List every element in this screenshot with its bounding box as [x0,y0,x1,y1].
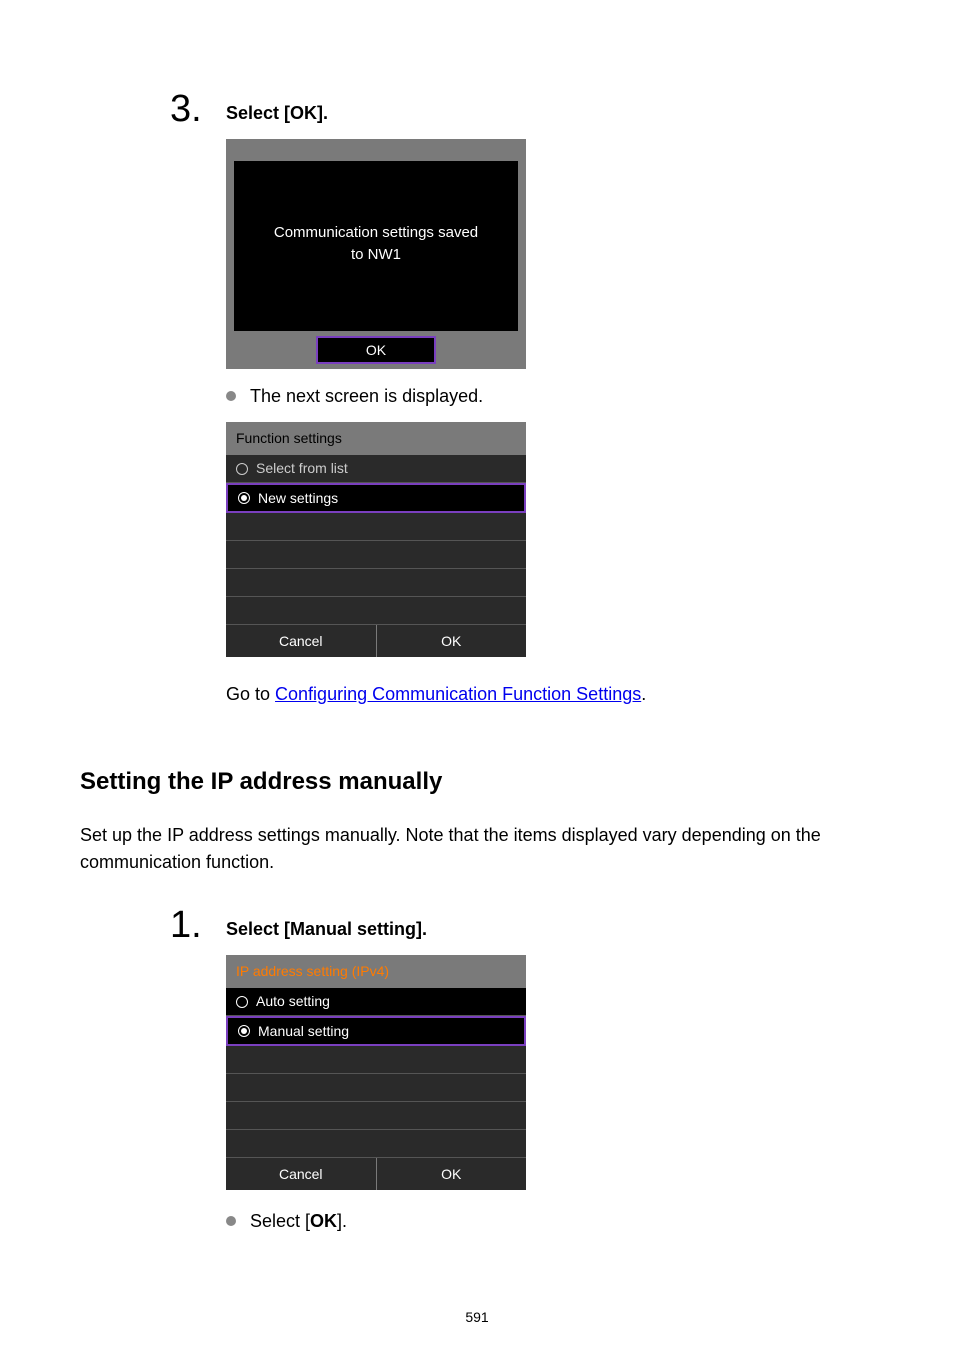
ok-button[interactable]: OK [316,336,436,364]
option-label: Manual setting [258,1021,349,1042]
goto-prefix: Go to [226,684,275,704]
option-label: Auto setting [256,991,330,1012]
option-new-settings[interactable]: New settings [226,483,526,513]
step-3: 3. Select [OK]. Communication settings s… [80,90,874,708]
ok-button[interactable]: OK [377,1158,527,1190]
option-label: New settings [258,488,338,509]
list-footer: Cancel OK [226,625,526,657]
step-title: Select [Manual setting]. [226,916,874,943]
list-row-empty [226,1130,526,1158]
ok-button[interactable]: OK [377,625,527,657]
dialog-body: Communication settings saved to NW1 [234,161,518,331]
goto-suffix: . [641,684,646,704]
step-number: 3. [80,90,226,128]
option-select-from-list[interactable]: Select from list [226,455,526,483]
bullet-text: Select [OK]. [250,1208,347,1235]
list-row-empty [226,1046,526,1074]
screenshot-comm-saved: Communication settings saved to NW1 OK [226,139,526,369]
list-footer: Cancel OK [226,1158,526,1190]
step-number: 1. [80,906,226,944]
list-row-empty [226,1074,526,1102]
link-configuring-comm-function[interactable]: Configuring Communication Function Setti… [275,684,641,704]
bullet-row: The next screen is displayed. [226,383,874,410]
list-row-empty [226,597,526,625]
list-header: Function settings [226,422,526,455]
screenshot-function-settings: Function settings Select from list New s… [226,422,526,657]
option-auto-setting[interactable]: Auto setting [226,988,526,1016]
dialog-footer: OK [226,331,526,369]
step-body: Select [OK]. Communication settings save… [226,90,874,708]
bullet-bold: OK [310,1211,337,1231]
section-paragraph: Set up the IP address settings manually.… [80,822,874,876]
list-row-empty [226,541,526,569]
cancel-button[interactable]: Cancel [226,625,377,657]
list-header: IP address setting (IPv4) [226,955,526,988]
step-1: 1. Select [Manual setting]. IP address s… [80,906,874,1247]
bullet-prefix: Select [ [250,1211,310,1231]
list-row-empty [226,513,526,541]
goto-line: Go to Configuring Communication Function… [226,681,874,708]
step-title: Select [OK]. [226,100,874,127]
option-manual-setting[interactable]: Manual setting [226,1016,526,1046]
screenshot-ip-setting: IP address setting (IPv4) Auto setting M… [226,955,526,1190]
dialog-text-line2: to NW1 [351,244,401,267]
bullet-icon [226,1216,236,1226]
bullet-suffix: ]. [337,1211,347,1231]
bullet-icon [226,391,236,401]
page-number: 591 [80,1307,874,1328]
bullet-row: Select [OK]. [226,1208,874,1235]
bullet-text: The next screen is displayed. [250,383,483,410]
radio-filled-icon [238,1025,250,1037]
radio-open-icon [236,463,248,475]
cancel-button[interactable]: Cancel [226,1158,377,1190]
dialog-text-line1: Communication settings saved [274,222,478,245]
radio-open-icon [236,996,248,1008]
list-row-empty [226,1102,526,1130]
section-heading: Setting the IP address manually [80,764,874,800]
step-body: Select [Manual setting]. IP address sett… [226,906,874,1247]
list-row-empty [226,569,526,597]
radio-filled-icon [238,492,250,504]
option-label: Select from list [256,458,348,479]
